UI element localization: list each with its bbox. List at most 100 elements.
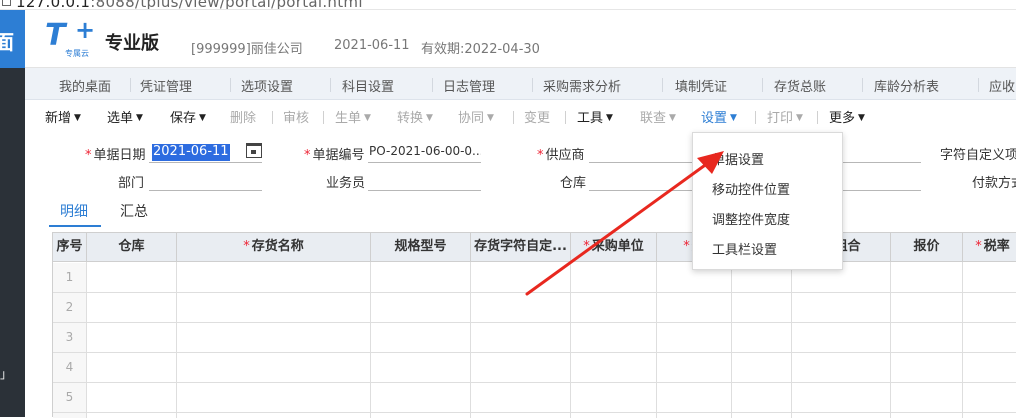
url-text: 127.0.0.1:8088/tplus/view/portal/portal.… [16, 0, 363, 10]
collab-button[interactable]: 协同 ▼ [458, 107, 494, 126]
app-header: T + 专属云 专业版 [999999]丽佳公司 2021-06-11 有效期:… [25, 10, 1016, 68]
doc-no-label: * 单据编号 [304, 148, 365, 163]
divider [755, 111, 756, 124]
tab-aging-analysis[interactable]: 库龄分析表 [874, 76, 939, 95]
divider [513, 111, 514, 124]
tab-account-settings[interactable]: 科目设置 [342, 76, 394, 95]
change-button[interactable]: 变更 [524, 107, 550, 126]
col-header-custom[interactable]: 存货字符自定... [471, 233, 571, 262]
grid-col-line [890, 262, 891, 418]
row-number: 3 [65, 330, 74, 344]
tab-receivable[interactable]: 应收 [989, 76, 1015, 95]
home-tile[interactable]: 面 [0, 10, 25, 68]
save-button[interactable]: 保存 ▼ [170, 107, 206, 126]
menu-item-doc-settings[interactable]: 单据设置 [712, 149, 764, 168]
select-button[interactable]: 选单 ▼ [107, 107, 143, 126]
col-header-quote[interactable]: 报价 [891, 233, 963, 262]
print-button[interactable]: 打印 ▼ [767, 107, 803, 126]
grid-col-line [570, 262, 571, 418]
divider [330, 78, 331, 92]
generate-button[interactable]: 生单 ▼ [335, 107, 371, 126]
divider [565, 111, 566, 124]
audit-button[interactable]: 审核 [283, 107, 309, 126]
chevron-down-icon: ▼ [796, 113, 803, 123]
calendar-icon[interactable] [246, 143, 262, 158]
grid-col-line [470, 262, 471, 418]
menu-item-adjust-width[interactable]: 调整控件宽度 [712, 209, 790, 228]
divider [272, 111, 273, 124]
doc-no-field[interactable]: PO-2021-06-00-0... [368, 143, 481, 163]
delete-button[interactable]: 删除 [230, 107, 256, 126]
chevron-down-icon: ▼ [364, 113, 371, 123]
tab-purchase-demand[interactable]: 采购需求分析 [543, 76, 621, 95]
grid-row-line [53, 292, 1016, 293]
tplus-logo: T + 专属云 [45, 16, 96, 58]
grid-col-line [86, 262, 87, 418]
warehouse-field[interactable] [589, 171, 692, 191]
staff-label: 业务员 [326, 176, 366, 191]
col-header-tax-rate[interactable]: * 税率 [963, 233, 1016, 262]
warehouse-field-tail[interactable] [843, 171, 921, 191]
supplier-field-tail[interactable] [843, 143, 921, 163]
col-header-item-name[interactable]: * 存货名称 [177, 233, 371, 262]
row-number: 1 [65, 270, 74, 284]
row-number: 2 [65, 300, 74, 314]
expiry-date: 有效期:2022-04-30 [421, 42, 540, 57]
row-number: 4 [65, 360, 74, 374]
divider [862, 78, 863, 92]
tab-summary[interactable]: 汇总 [120, 201, 148, 221]
divider [978, 78, 979, 92]
system-date: 2021-06-11 [334, 38, 410, 53]
chevron-down-icon: ▼ [669, 113, 676, 123]
divider [762, 78, 763, 92]
tab-inventory-ledger[interactable]: 存货总账 [774, 76, 826, 95]
grid-col-line [731, 262, 732, 418]
query-button[interactable]: 联查 ▼ [640, 107, 676, 126]
col-header-warehouse[interactable]: 仓库 [87, 233, 177, 262]
grid-row-line [53, 352, 1016, 353]
chevron-down-icon: ▼ [199, 113, 206, 123]
more-button[interactable]: 更多 ▼ [829, 107, 865, 126]
settings-button[interactable]: 设置 ▼ [701, 107, 737, 126]
custom-field-label: 字符自定义项 [940, 148, 1016, 163]
divider [130, 78, 131, 92]
chevron-down-icon: ▼ [730, 113, 737, 123]
tab-fill-voucher[interactable]: 填制凭证 [675, 76, 727, 95]
tab-voucher-mgmt[interactable]: 凭证管理 [140, 76, 192, 95]
tab-log-mgmt[interactable]: 日志管理 [443, 76, 495, 95]
left-sidebar: 面 」 [0, 10, 25, 417]
new-button[interactable]: 新增 ▼ [45, 107, 81, 126]
browser-address-bar[interactable]: 127.0.0.1:8088/tplus/view/portal/portal.… [0, 0, 1016, 10]
menu-item-toolbar-settings[interactable]: 工具栏设置 [712, 239, 777, 258]
doc-date-value[interactable]: 2021-06-11 [152, 144, 230, 161]
col-header-spec[interactable]: 规格型号 [371, 233, 471, 262]
home-glyph: 面 [0, 30, 14, 54]
grid-col-line [176, 262, 177, 418]
dept-field[interactable] [149, 171, 262, 191]
convert-button[interactable]: 转换 ▼ [397, 107, 433, 126]
grid-col-line [370, 262, 371, 418]
sidebar-label: 」 [0, 367, 13, 381]
grid-col-line [656, 262, 657, 418]
edition-label: 专业版 [105, 33, 159, 54]
divider [817, 111, 818, 124]
settings-dropdown-menu: 单据设置 移动控件位置 调整控件宽度 工具栏设置 [692, 132, 843, 270]
staff-field[interactable] [368, 171, 481, 191]
grid-row-line [53, 382, 1016, 383]
menu-item-move-controls[interactable]: 移动控件位置 [712, 179, 790, 198]
divider [323, 111, 324, 124]
divider [532, 78, 533, 92]
tab-detail[interactable]: 明细 [60, 201, 88, 221]
tab-my-desktop[interactable]: 我的桌面 [59, 76, 111, 95]
col-header-purchase-unit[interactable]: * 采购单位 [571, 233, 657, 262]
divider [432, 78, 433, 92]
tools-button[interactable]: 工具 ▼ [577, 107, 613, 126]
top-nav-tabs: 我的桌面 凭证管理 选项设置 科目设置 日志管理 采购需求分析 填制凭证 存货总… [25, 68, 1016, 100]
payment-label: 付款方式 [972, 176, 1016, 191]
tab-options[interactable]: 选项设置 [241, 76, 293, 95]
page-icon [2, 0, 11, 6]
col-header-seq[interactable]: 序号 [53, 233, 87, 262]
supplier-field[interactable] [589, 143, 692, 163]
row-number: 5 [65, 390, 74, 404]
grid-col-line [962, 262, 963, 418]
